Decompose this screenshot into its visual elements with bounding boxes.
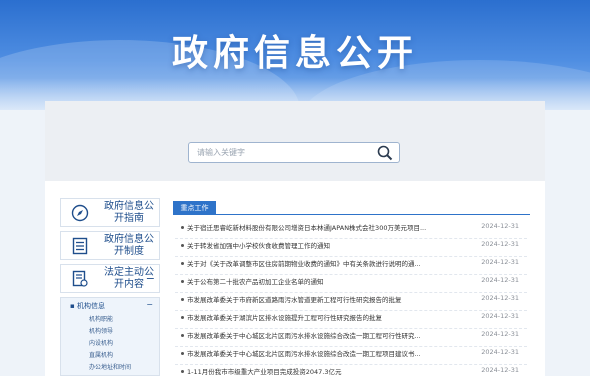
news-date: 2024-12-31 [481, 222, 519, 230]
bullet-icon [181, 298, 184, 301]
news-title[interactable]: 市发展改革委关于中心城区北片区雨污水排水设施综合改造一期工程项目建议书... [187, 348, 437, 358]
bullet-icon [181, 226, 184, 229]
news-title[interactable]: 1-11月份我市市级重大产业项目完成投资2047.3亿元 [187, 366, 437, 376]
sidebar-item-label: 政府信息公开指南 [104, 201, 154, 224]
document-open-icon [72, 270, 88, 287]
header-banner: 政府信息公开 [0, 0, 590, 110]
sub-head-label[interactable]: ▪ 机构信息 [70, 301, 105, 311]
bullet-icon [181, 316, 184, 319]
sublist-item[interactable]: 机构领导 [89, 326, 113, 335]
news-date: 2024-12-31 [481, 312, 519, 320]
list-item[interactable]: 市发展改革委关于中心城区北片区雨污水排水设施综合改造一期工程可行性研究... 2… [175, 327, 527, 345]
collapse-icon[interactable]: − [146, 300, 153, 309]
collapse-icon[interactable]: − [146, 272, 155, 285]
list-item[interactable]: 关于转发省加强中小学校伙食收费管理工作的通知 2024-12-31 [175, 237, 527, 255]
bullet-icon [181, 280, 184, 283]
news-title[interactable]: 关于宿迁思睿屹新材料股份有限公司增资日本林通JAPAN株式会社300万美元项目.… [187, 222, 437, 232]
news-date: 2024-12-31 [481, 276, 519, 284]
news-title[interactable]: 关于公布第二十批农产品初加工企业名单的通知 [187, 276, 437, 286]
document-list-icon [72, 237, 88, 255]
bullet-icon [181, 370, 184, 373]
sidebar-item-system[interactable]: 政府信息公开制度 [60, 231, 160, 260]
search-input[interactable]: 请输入关键字 [188, 142, 400, 163]
search-placeholder: 请输入关键字 [197, 148, 245, 157]
page-title: 政府信息公开 [171, 33, 418, 74]
bullet-icon [181, 244, 184, 247]
list-item[interactable]: 市发展改革委关于市府新区道路雨污水管道更新工程可行性研究报告的批复 2024-1… [175, 291, 527, 309]
list-item[interactable]: 市发展改革委关于中心城区北片区雨污水排水设施综合改造一期工程项目建议书... 2… [175, 345, 527, 363]
news-date: 2024-12-31 [481, 366, 519, 374]
sidebar-item-label: 政府信息公开制度 [104, 234, 154, 257]
list-item[interactable]: 关于对《关于改革调整市区住房前期物业收费的通知》中有关条款进行说明的通... 2… [175, 255, 527, 273]
sublist-item[interactable]: 办公地址和时间 [89, 362, 131, 371]
news-date: 2024-12-31 [481, 294, 519, 302]
sublist-item[interactable]: 直属机构 [89, 350, 113, 359]
news-date: 2024-12-31 [481, 258, 519, 266]
compass-icon [71, 204, 89, 222]
list-item[interactable]: 市发展改革委关于湖滨片区排水设施提升工程可行性研究报告的批复 2024-12-3… [175, 309, 527, 327]
bullet-icon [181, 352, 184, 355]
news-title[interactable]: 市发展改革委关于市府新区道路雨污水管道更新工程可行性研究报告的批复 [187, 294, 437, 304]
sidebar-item-guide[interactable]: 政府信息公开指南 [60, 198, 160, 227]
news-title[interactable]: 关于转发省加强中小学校伙食收费管理工作的通知 [187, 240, 437, 250]
bullet-icon [181, 262, 184, 265]
tab-underline [173, 214, 530, 215]
sublist-item[interactable]: 内设机构 [89, 338, 113, 347]
news-title[interactable]: 市发展改革委关于湖滨片区排水设施提升工程可行性研究报告的批复 [187, 312, 437, 322]
bullet-icon [181, 334, 184, 337]
news-date: 2024-12-31 [481, 240, 519, 248]
news-title[interactable]: 市发展改革委关于中心城区北片区雨污水排水设施综合改造一期工程可行性研究... [187, 330, 437, 340]
news-date: 2024-12-31 [481, 348, 519, 356]
list-item[interactable]: 关于宿迁思睿屹新材料股份有限公司增资日本林通JAPAN株式会社300万美元项目.… [175, 219, 527, 237]
main-panel: 请输入关键字 政府信息公开指南 政府信息公开制度 法定主动公开内容 − ▪ 机构… [45, 101, 545, 376]
search-icon[interactable] [377, 145, 393, 161]
sidebar-sublist: ▪ 机构信息 − 机构职能 机构领导 内设机构 直属机构 办公地址和时间 [60, 297, 160, 376]
search-band: 请输入关键字 [45, 101, 545, 181]
news-date: 2024-12-31 [481, 330, 519, 338]
list-item[interactable]: 关于公布第二十批农产品初加工企业名单的通知 2024-12-31 [175, 273, 527, 291]
list-item[interactable]: 1-11月份我市市级重大产业项目完成投资2047.3亿元 2024-12-31 [175, 363, 527, 376]
sublist-item[interactable]: 机构职能 [89, 314, 113, 323]
tab-key-work[interactable]: 重点工作 [173, 201, 216, 215]
news-title[interactable]: 关于对《关于改革调整市区住房前期物业收费的通知》中有关条款进行说明的通... [187, 258, 437, 268]
sidebar-item-statutory[interactable]: 法定主动公开内容 − [60, 264, 160, 293]
